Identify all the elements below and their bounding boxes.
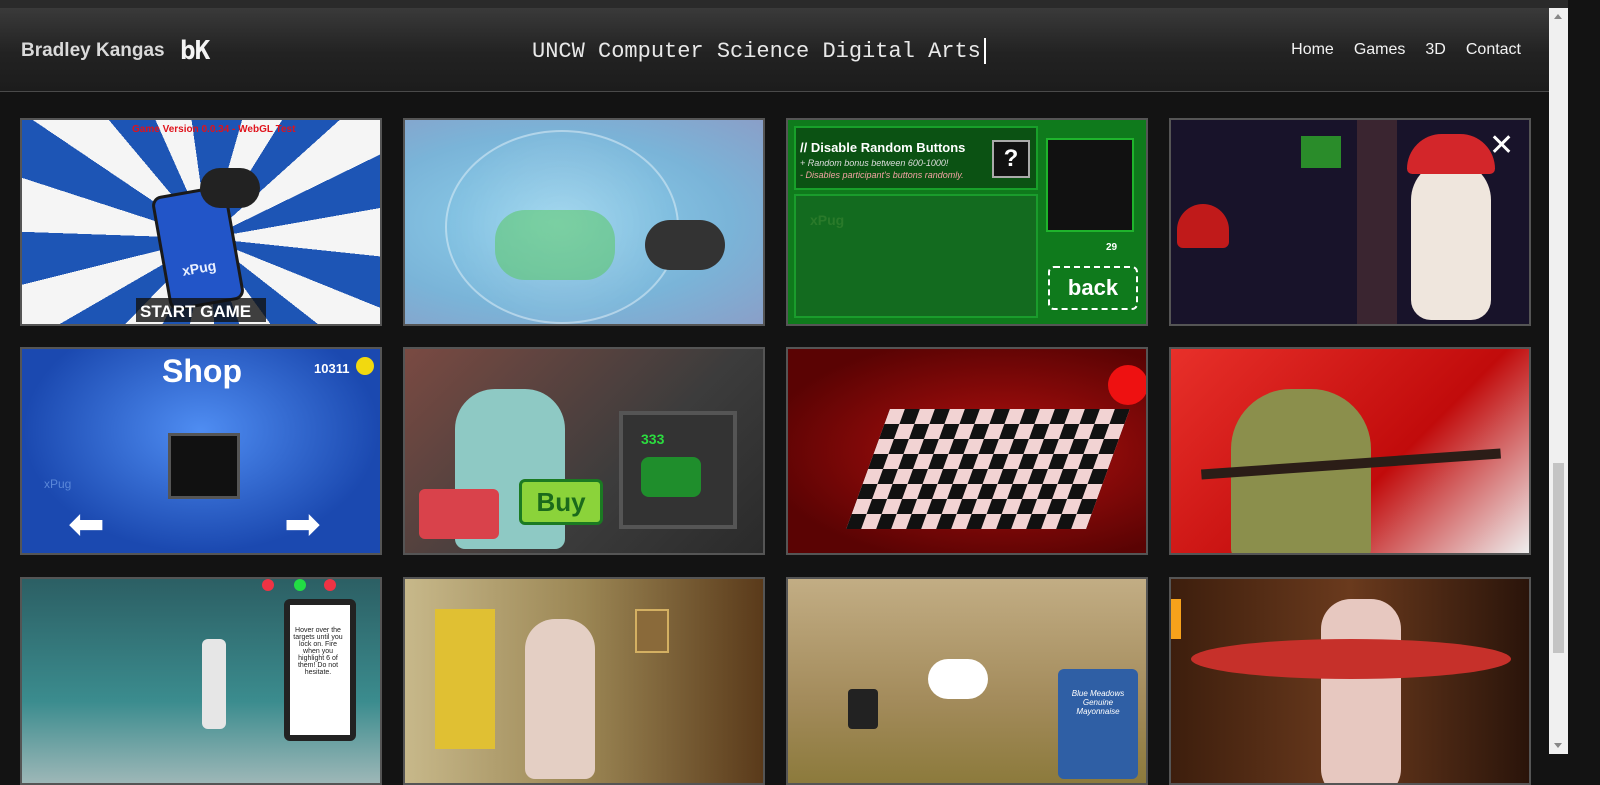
- back-button: back: [1048, 266, 1138, 310]
- gallery-tile-goblin[interactable]: [1169, 347, 1531, 555]
- red-beanie-item: [1177, 204, 1229, 248]
- nav-home[interactable]: Home: [1291, 41, 1334, 59]
- close-icon: ✕: [1489, 129, 1515, 162]
- category-column: [1357, 120, 1397, 324]
- coin-icon: [356, 357, 374, 375]
- back-arrow-button: [419, 489, 499, 539]
- gallery-tile-disable-buttons[interactable]: // Disable Random Buttons + Random bonus…: [786, 118, 1148, 326]
- info-line-1: + Random bonus between 600-1000!: [800, 158, 949, 168]
- ghost-character: [525, 619, 595, 779]
- picture-frame: [635, 609, 669, 653]
- page-title-text: UNCW Computer Science Digital Arts: [532, 38, 981, 64]
- tv-screen: [168, 433, 240, 499]
- instruction-text: Hover over the targets until you lock on…: [293, 627, 343, 676]
- window-top-strip: [0, 0, 1600, 8]
- mayonnaise-jar: [1058, 669, 1138, 779]
- arrow-right-icon: ➡: [284, 500, 321, 549]
- gallery-tile-chess[interactable]: [786, 347, 1148, 555]
- scroll-down-arrow-icon[interactable]: [1554, 743, 1562, 748]
- light-red: [324, 579, 336, 591]
- robot: [202, 639, 226, 729]
- start-game-label: START GAME: [140, 302, 252, 321]
- green-pug-silhouette: [495, 210, 615, 280]
- shop-title: Shop: [162, 353, 242, 389]
- demon-character: [1321, 599, 1401, 783]
- pug-preview: [1046, 138, 1134, 232]
- nav-contact[interactable]: Contact: [1466, 41, 1521, 59]
- buy-button: Buy: [519, 479, 603, 525]
- gallery-tile-pug-bubble[interactable]: [403, 118, 765, 326]
- xpug-watermark: xPug: [44, 477, 72, 491]
- green-hat: [641, 457, 701, 497]
- arrow-left-icon: ⬅: [68, 500, 105, 549]
- brand-name[interactable]: Bradley Kangas: [21, 40, 165, 62]
- yellow-cabinet: [435, 609, 495, 749]
- window-right-edge: [1568, 0, 1600, 754]
- light-red: [262, 579, 274, 591]
- scroll-up-arrow-icon[interactable]: [1554, 14, 1562, 19]
- page-title: UNCW Computer Science Digital Arts: [532, 38, 986, 64]
- nav-games[interactable]: Games: [1354, 41, 1406, 59]
- scroll-thumb[interactable]: [1553, 463, 1564, 653]
- green-hat-item: [1301, 136, 1341, 168]
- gallery-tile-shop[interactable]: Shop 10311 xPug ⬅ ➡: [20, 347, 382, 555]
- navbar: Bradley Kangas bK UNCW Computer Science …: [0, 8, 1549, 92]
- xpug-watermark: xPug: [810, 212, 845, 228]
- game-version-text: Game Version 0.0.34 - WebGL Test: [132, 124, 296, 135]
- gallery-tile-xpug-start[interactable]: Game Version 0.0.34 - WebGL Test xPug ST…: [20, 118, 382, 326]
- light-green: [294, 579, 306, 591]
- typing-cursor: [983, 38, 986, 64]
- teapot: [928, 659, 988, 699]
- nav-menu: Home Games 3D Contact: [1291, 41, 1521, 59]
- pug-black: [200, 168, 260, 208]
- disable-title: // Disable Random Buttons: [800, 140, 966, 155]
- jar-small: [848, 689, 878, 729]
- red-cloak: [1191, 639, 1511, 679]
- jar-label: Blue Meadows Genuine Mayonnaise: [1071, 689, 1125, 716]
- question-button: ?: [992, 140, 1030, 178]
- coins-value: 10311: [314, 361, 350, 376]
- info-line-2: - Disables participant's buttons randoml…: [800, 170, 964, 180]
- white-pug: [1411, 160, 1491, 320]
- chess-board: [846, 409, 1130, 529]
- price-text: 333: [641, 431, 665, 447]
- nav-3d[interactable]: 3D: [1425, 41, 1445, 59]
- coin-count: 29: [1106, 242, 1118, 253]
- scrollbar[interactable]: [1549, 8, 1568, 754]
- logo-badge: [1108, 365, 1146, 405]
- torch: [1171, 599, 1181, 639]
- gallery-tile-vr-shop[interactable]: 333 Buy: [403, 347, 765, 555]
- gallery-tile-pug-wardrobe[interactable]: ✕: [1169, 118, 1531, 326]
- red-beanie-on-pug: [1407, 134, 1495, 174]
- logo[interactable]: bK: [180, 36, 210, 66]
- pug-black: [645, 220, 725, 270]
